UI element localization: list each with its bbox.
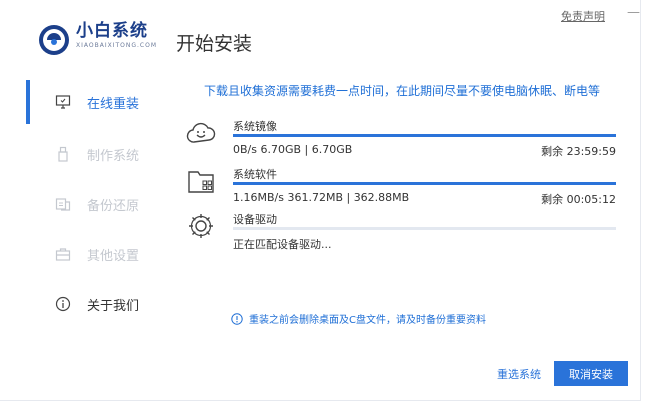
task-speed: 0B/s 6.70GB | 6.70GB [233,143,353,156]
gear-icon [189,214,213,238]
progress-track [233,134,616,137]
backup-warning-text: 重装之前会删除桌面及C盘文件，请及时备份重要资料 [249,315,486,326]
sidebar-item-label: 关于我们 [87,298,140,314]
brand-subtitle: XIAOBAIXITONG.COM [76,42,157,49]
backup-warning: 重装之前会删除桌面及C盘文件，请及时备份重要资料 [231,311,486,326]
sidebar-item-backup-restore[interactable]: 备份还原 [0,182,170,226]
info-icon [54,295,72,313]
task-name: 设备驱动 [233,213,277,226]
sidebar-item-label: 在线重装 [87,96,140,112]
monitor-icon [54,93,72,111]
cancel-install-button[interactable]: 取消安装 [554,361,628,386]
sidebar-item-label: 制作系统 [87,148,140,164]
briefcase-icon [54,245,72,263]
brand-name: 小白系统 [76,21,148,41]
backup-icon [54,195,72,213]
task-speed: 1.16MB/s 361.72MB | 362.88MB [233,191,410,204]
sidebar-item-about-us[interactable]: 关于我们 [0,282,170,326]
app-folder-icon [188,171,214,193]
progress-track [233,227,616,230]
progress-fill [233,182,616,185]
sidebar-item-other-settings[interactable]: 其他设置 [0,232,170,276]
download-notice: 下载且收集资源需要耗费一点时间，在此期间尽量不要使电脑休眠、断电等 [204,84,601,98]
task-device-drivers: 设备驱动 正在匹配设备驱动... [186,211,616,261]
window-border-bottom [0,400,641,401]
installer-window: 小白系统 XIAOBAIXITONG.COM 开始安装 免责声明 — 在线重装 … [0,0,647,407]
minimize-button[interactable]: — [627,5,640,21]
progress-track [233,182,616,185]
usb-icon [54,145,72,163]
task-remaining: 剩余 23:59:59 [541,145,616,158]
cloud-smile-icon [186,122,216,143]
task-name: 系统镜像 [233,120,277,133]
disclaimer-link[interactable]: 免责声明 [561,8,605,24]
task-status: 正在匹配设备驱动... [233,238,332,251]
task-system-image: 系统镜像 0B/s 6.70GB | 6.70GB 剩余 23:59:59 [186,118,616,168]
page-title: 开始安装 [176,33,253,55]
task-remaining: 剩余 00:05:12 [541,193,616,206]
info-circle-icon [231,312,243,325]
xiaobai-logo-icon [39,25,69,55]
sidebar-item-label: 其他设置 [87,248,140,264]
task-name: 系统软件 [233,168,277,181]
brand: 小白系统 XIAOBAIXITONG.COM [76,20,157,50]
active-indicator [26,80,30,124]
sidebar: 在线重装 制作系统 备份还原 其他设置 关于我们 [0,80,170,340]
progress-fill [233,134,616,137]
sidebar-item-label: 备份还原 [87,198,140,214]
sidebar-item-make-system[interactable]: 制作系统 [0,132,170,176]
window-border-right [640,0,641,400]
sidebar-item-online-reinstall[interactable]: 在线重装 [0,80,170,124]
reselect-system-button[interactable]: 重选系统 [497,366,541,382]
task-system-software: 系统软件 1.16MB/s 361.72MB | 362.88MB 剩余 00:… [186,166,616,216]
